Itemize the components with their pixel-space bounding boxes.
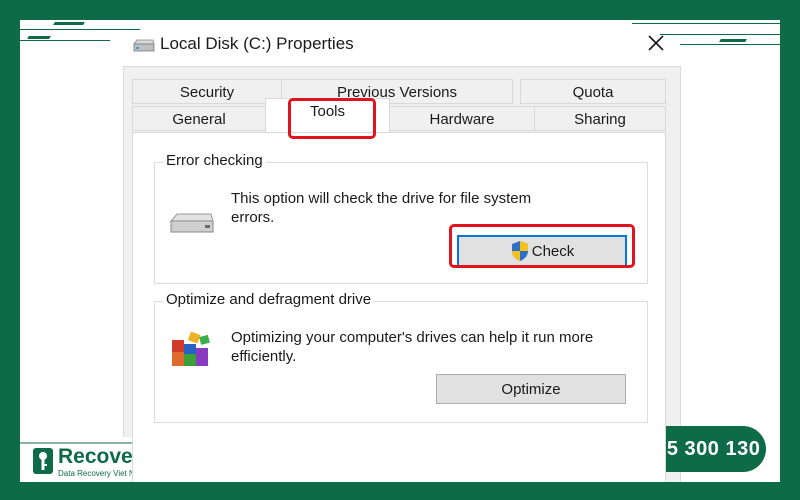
error-checking-description-line2: errors. bbox=[231, 209, 275, 226]
hard-drive-icon bbox=[169, 213, 214, 233]
properties-dialog: Security Previous Versions Quota General… bbox=[123, 66, 681, 482]
drive-icon bbox=[133, 39, 155, 52]
tools-tab-highlight bbox=[288, 98, 376, 139]
window-title: Local Disk (C:) Properties bbox=[160, 34, 354, 53]
screenshot-frame: Local Disk (C:) Properties Security Prev… bbox=[20, 20, 780, 482]
tab-hardware[interactable]: Hardware bbox=[389, 106, 535, 131]
error-checking-title: Error checking bbox=[163, 152, 266, 169]
tab-sharing[interactable]: Sharing bbox=[534, 106, 666, 131]
close-icon[interactable] bbox=[646, 33, 666, 53]
optimize-description-line1: Optimizing your computer's drives can he… bbox=[231, 329, 594, 346]
optimize-title: Optimize and defragment drive bbox=[163, 291, 375, 308]
tools-panel: Error checking This option will check th… bbox=[132, 132, 666, 482]
tab-general[interactable]: General bbox=[132, 106, 266, 131]
defragment-icon bbox=[172, 331, 210, 366]
error-checking-description-line1: This option will check the drive for fil… bbox=[231, 190, 532, 207]
key-icon bbox=[33, 448, 53, 474]
tab-security[interactable]: Security bbox=[132, 79, 282, 104]
optimize-button[interactable]: Optimize bbox=[436, 374, 626, 404]
optimize-description-line2: efficiently. bbox=[231, 348, 297, 365]
check-button-highlight bbox=[449, 224, 635, 268]
optimize-group: Optimize and defragment drive Optimizing… bbox=[154, 291, 648, 423]
tab-quota[interactable]: Quota bbox=[520, 79, 666, 104]
